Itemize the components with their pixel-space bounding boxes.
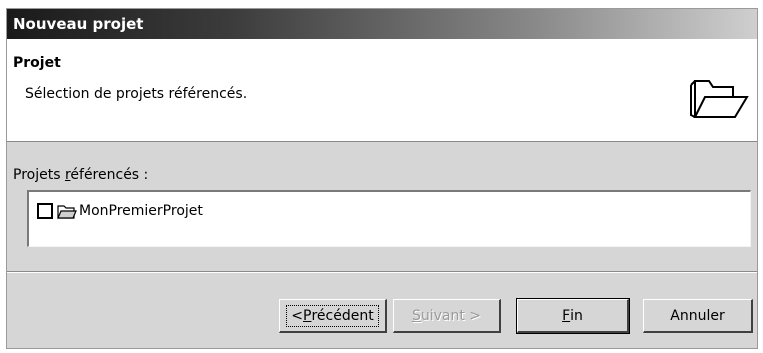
project-name: MonPremierProjet bbox=[79, 203, 203, 219]
new-project-dialog: Nouveau projet Projet Sélection de proje… bbox=[6, 8, 758, 349]
page-description: Sélection de projets référencés. bbox=[25, 86, 248, 102]
window-title: Nouveau projet bbox=[13, 15, 144, 33]
title-bar[interactable]: Nouveau projet bbox=[7, 9, 757, 39]
list-item[interactable]: MonPremierProjet bbox=[37, 201, 203, 221]
back-button[interactable]: < Précédent bbox=[279, 299, 387, 333]
open-folder-icon bbox=[690, 80, 749, 118]
next-button[interactable]: Suivant > bbox=[393, 299, 501, 333]
project-checkbox[interactable] bbox=[37, 203, 53, 219]
referenced-projects-label: Projets référencés : bbox=[13, 167, 149, 183]
button-bar-separator bbox=[7, 271, 757, 273]
cancel-button[interactable]: Annuler bbox=[643, 299, 753, 333]
project-folder-icon bbox=[57, 205, 77, 219]
referenced-projects-list[interactable]: MonPremierProjet bbox=[27, 190, 751, 247]
page-title: Projet bbox=[13, 55, 61, 71]
wizard-banner: Projet Sélection de projets référencés. bbox=[7, 39, 757, 142]
finish-button[interactable]: Fin bbox=[516, 298, 630, 334]
